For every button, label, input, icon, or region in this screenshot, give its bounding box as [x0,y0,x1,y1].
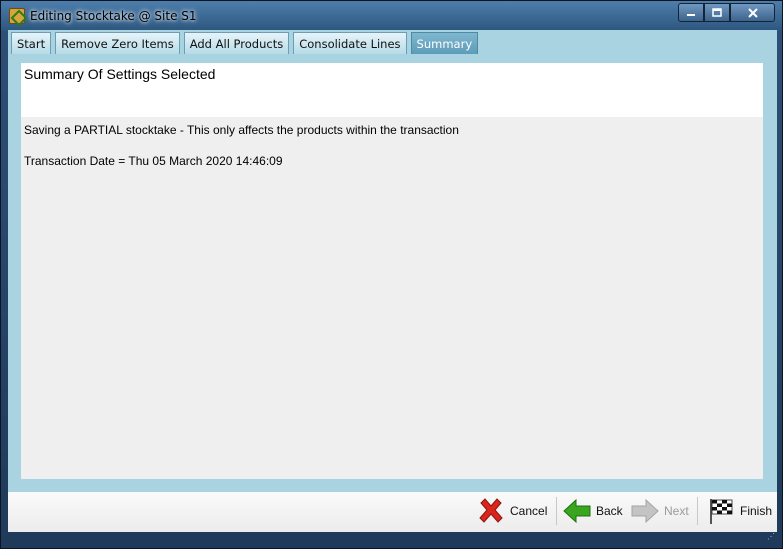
window-title: Editing Stocktake @ Site S1 [30,9,197,23]
footer-divider [697,497,698,525]
footer-divider [556,497,557,525]
back-arrow-icon [563,498,591,524]
transaction-date-text: Transaction Date = Thu 05 March 2020 14:… [24,154,283,168]
finish-button[interactable]: Finish [706,495,772,527]
next-arrow-icon [631,498,659,524]
tab-start[interactable]: Start [11,32,52,54]
close-icon [747,7,758,18]
back-button[interactable]: Back [562,495,623,527]
tab-summary[interactable]: Summary [410,32,479,54]
finish-label: Finish [740,504,773,518]
resize-grip-icon[interactable]: ⋰ [765,532,775,542]
wizard-tabs: Start Remove Zero Items Add All Products… [11,32,482,54]
summary-header: Summary Of Settings Selected [21,63,763,117]
minimize-icon [687,13,695,16]
app-icon [9,8,25,24]
back-label: Back [596,504,623,518]
wizard-footer: Cancel Back Next Finish [8,492,777,532]
next-label: Next [664,504,689,518]
cancel-label: Cancel [510,504,548,518]
maximize-icon [712,7,722,17]
status-bar: ⋰ [8,532,777,542]
checkered-flag-icon [710,499,733,524]
partial-stocktake-note: Saving a PARTIAL stocktake - This only a… [24,123,459,137]
cancel-x-icon [479,498,503,523]
summary-heading: Summary Of Settings Selected [24,66,216,82]
minimize-button[interactable] [678,3,704,22]
stocktake-window: Editing Stocktake @ Site S1 Start Remove… [0,0,783,549]
close-button[interactable] [730,3,775,22]
tab-remove-zero-items[interactable]: Remove Zero Items [55,32,180,54]
title-bar[interactable]: Editing Stocktake @ Site S1 [1,1,782,31]
cancel-button[interactable]: Cancel [476,495,547,527]
tab-consolidate-lines[interactable]: Consolidate Lines [293,32,407,54]
next-button[interactable]: Next [630,495,689,527]
wizard-client-area: Start Remove Zero Items Add All Products… [8,30,777,542]
tab-add-all-products[interactable]: Add All Products [183,32,290,54]
summary-panel: Summary Of Settings Selected Saving a PA… [21,63,763,479]
maximize-button[interactable] [704,3,730,22]
